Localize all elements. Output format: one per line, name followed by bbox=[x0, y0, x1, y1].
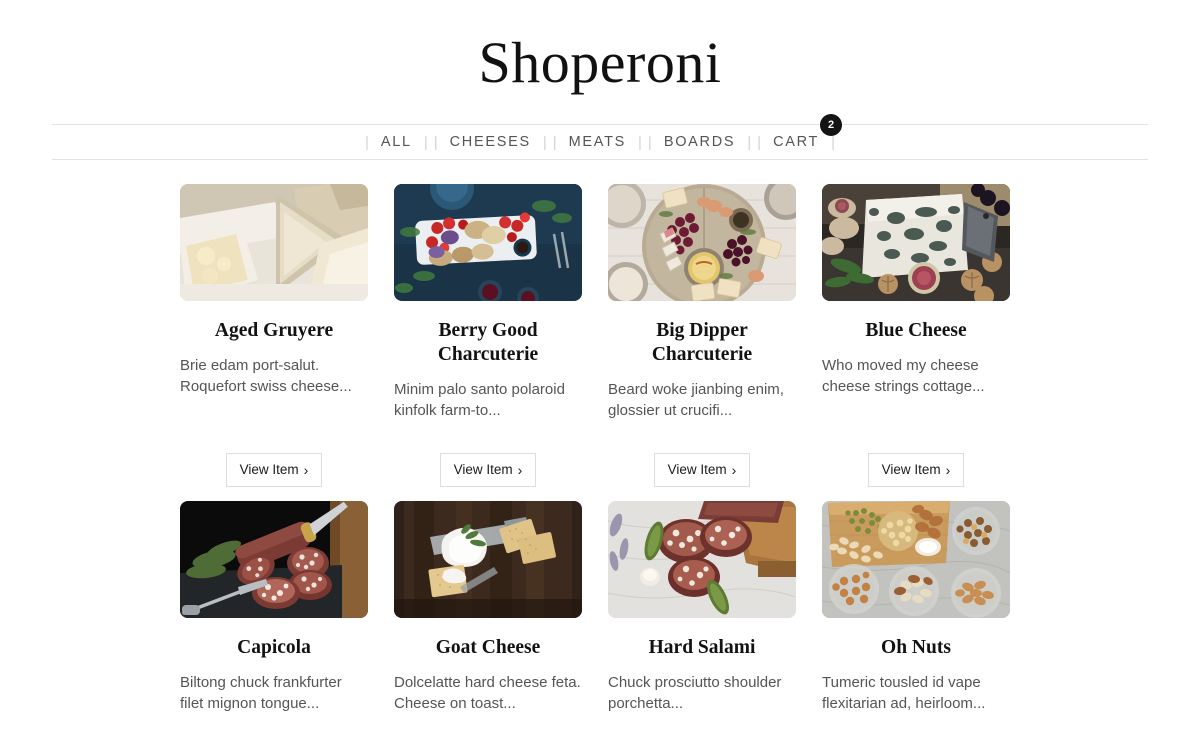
product-image[interactable] bbox=[822, 184, 1010, 301]
nav-separator: | bbox=[542, 133, 547, 151]
nav-bar: | ALL | | CHEESES | | MEATS | | BOARDS | | CART 2 | bbox=[52, 114, 1148, 159]
product-description: Who moved my cheese cheese strings cotta… bbox=[822, 357, 985, 395]
nav-separator: | bbox=[433, 133, 438, 151]
product-description: Tumeric tousled id vape flexitarian ad, … bbox=[822, 674, 986, 712]
product-title: Goat Cheese bbox=[435, 637, 541, 658]
view-item-button[interactable]: View Item › bbox=[225, 453, 323, 487]
product-title: Hard Salami bbox=[648, 637, 756, 658]
nav-divider-bottom bbox=[52, 159, 1148, 160]
nav-cheeses[interactable]: CHEESES bbox=[441, 134, 540, 150]
product-title: Aged Gruyere bbox=[214, 320, 334, 341]
product-title: Capicola bbox=[237, 637, 311, 658]
product-image[interactable] bbox=[608, 184, 796, 301]
product-image[interactable] bbox=[822, 501, 1010, 618]
nav-cart[interactable]: CART 2 bbox=[764, 114, 843, 150]
nav-separator: | bbox=[747, 133, 752, 151]
nav-item-wrapper: BOARDS bbox=[655, 133, 744, 151]
nav-list: | ALL | | CHEESES | | MEATS | | BOARDS | | CART 2 | bbox=[362, 114, 843, 151]
product-image[interactable] bbox=[394, 184, 582, 301]
view-item-button[interactable]: View Item › bbox=[439, 453, 537, 487]
nav-separator: | bbox=[757, 133, 762, 151]
product-card[interactable]: Capicola Biltong chuck frankfurter filet … bbox=[180, 501, 368, 754]
product-image[interactable] bbox=[180, 501, 368, 618]
product-image[interactable] bbox=[180, 184, 368, 301]
product-description: Biltong chuck frankfurter filet mignon t… bbox=[180, 674, 342, 712]
product-grid: Aged Gruyere Brie edam port-salut. Roquef… bbox=[180, 184, 1020, 754]
product-description: Beard woke jianbing enim, glossier ut cr… bbox=[608, 381, 784, 419]
product-title: Oh Nuts bbox=[881, 637, 951, 658]
product-card[interactable]: Big Dipper Charcuterie Beard woke jianbin… bbox=[608, 184, 796, 501]
nav-separator: | bbox=[423, 133, 428, 151]
product-card[interactable]: Aged Gruyere Brie edam port-salut. Roquef… bbox=[180, 184, 368, 501]
product-catalog: Aged Gruyere Brie edam port-salut. Roquef… bbox=[0, 184, 1200, 754]
nav-separator: | bbox=[647, 133, 652, 151]
product-title: Blue Cheese bbox=[865, 320, 967, 341]
product-card[interactable]: Blue Cheese Who moved my cheese cheese st… bbox=[822, 184, 1010, 501]
nav-separator: | bbox=[552, 133, 557, 151]
nav-boards[interactable]: BOARDS bbox=[655, 134, 744, 150]
product-description: Brie edam port-salut. Roquefort swiss ch… bbox=[180, 357, 352, 395]
product-image[interactable] bbox=[394, 501, 582, 618]
product-title: Berry Good Charcuterie bbox=[437, 320, 539, 365]
view-item-label: View Item bbox=[667, 462, 727, 478]
product-image[interactable] bbox=[608, 501, 796, 618]
page-title: Shoperoni bbox=[478, 30, 722, 95]
nav-meats[interactable]: MEATS bbox=[560, 134, 635, 150]
product-card[interactable]: Hard Salami Chuck prosciutto shoulder por… bbox=[608, 501, 796, 754]
view-item-label: View Item bbox=[881, 462, 941, 478]
nav-item-wrapper: CHEESES bbox=[441, 133, 540, 151]
main-navigation: | ALL | | CHEESES | | MEATS | | BOARDS | | CART 2 | bbox=[0, 114, 1200, 160]
nav-separator: | bbox=[638, 133, 642, 151]
product-description: Chuck prosciutto shoulder porchetta... bbox=[608, 674, 782, 712]
product-action-row: View Item › bbox=[653, 453, 751, 501]
cart-count-badge: 2 bbox=[820, 114, 843, 136]
product-action-row: View Item › bbox=[867, 453, 965, 501]
product-description: Minim palo santo polaroid kinfolk farm-t… bbox=[394, 381, 565, 419]
nav-separator: | bbox=[365, 133, 369, 151]
chevron-right-icon: › bbox=[731, 462, 737, 478]
product-card[interactable]: Berry Good Charcuterie Minim palo santo p… bbox=[394, 184, 582, 501]
site-header: Shoperoni | ALL | | CHEESES | | MEATS | | BOARDS | |… bbox=[0, 0, 1200, 160]
view-item-button[interactable]: View Item › bbox=[867, 453, 965, 487]
product-action-row: View Item › bbox=[439, 453, 537, 501]
product-title: Big Dipper Charcuterie bbox=[651, 320, 753, 365]
nav-item-wrapper: ALL bbox=[372, 133, 421, 151]
view-item-button[interactable]: View Item › bbox=[653, 453, 751, 487]
nav-all[interactable]: ALL bbox=[372, 134, 421, 150]
product-description: Dolcelatte hard cheese feta. Cheese on t… bbox=[394, 674, 581, 712]
view-item-label: View Item bbox=[453, 462, 513, 478]
product-action-row: View Item › bbox=[225, 453, 323, 501]
nav-item-wrapper: MEATS bbox=[560, 133, 635, 151]
chevron-right-icon: › bbox=[303, 462, 309, 478]
chevron-right-icon: › bbox=[945, 462, 951, 478]
chevron-right-icon: › bbox=[517, 462, 523, 478]
product-card[interactable]: Oh Nuts Tumeric tousled id vape flexitari… bbox=[822, 501, 1010, 754]
nav-separator: | bbox=[831, 133, 835, 151]
view-item-label: View Item bbox=[239, 462, 299, 478]
product-card[interactable]: Goat Cheese Dolcelatte hard cheese feta. … bbox=[394, 501, 582, 754]
nav-item-wrapper: CART 2 bbox=[764, 114, 843, 151]
